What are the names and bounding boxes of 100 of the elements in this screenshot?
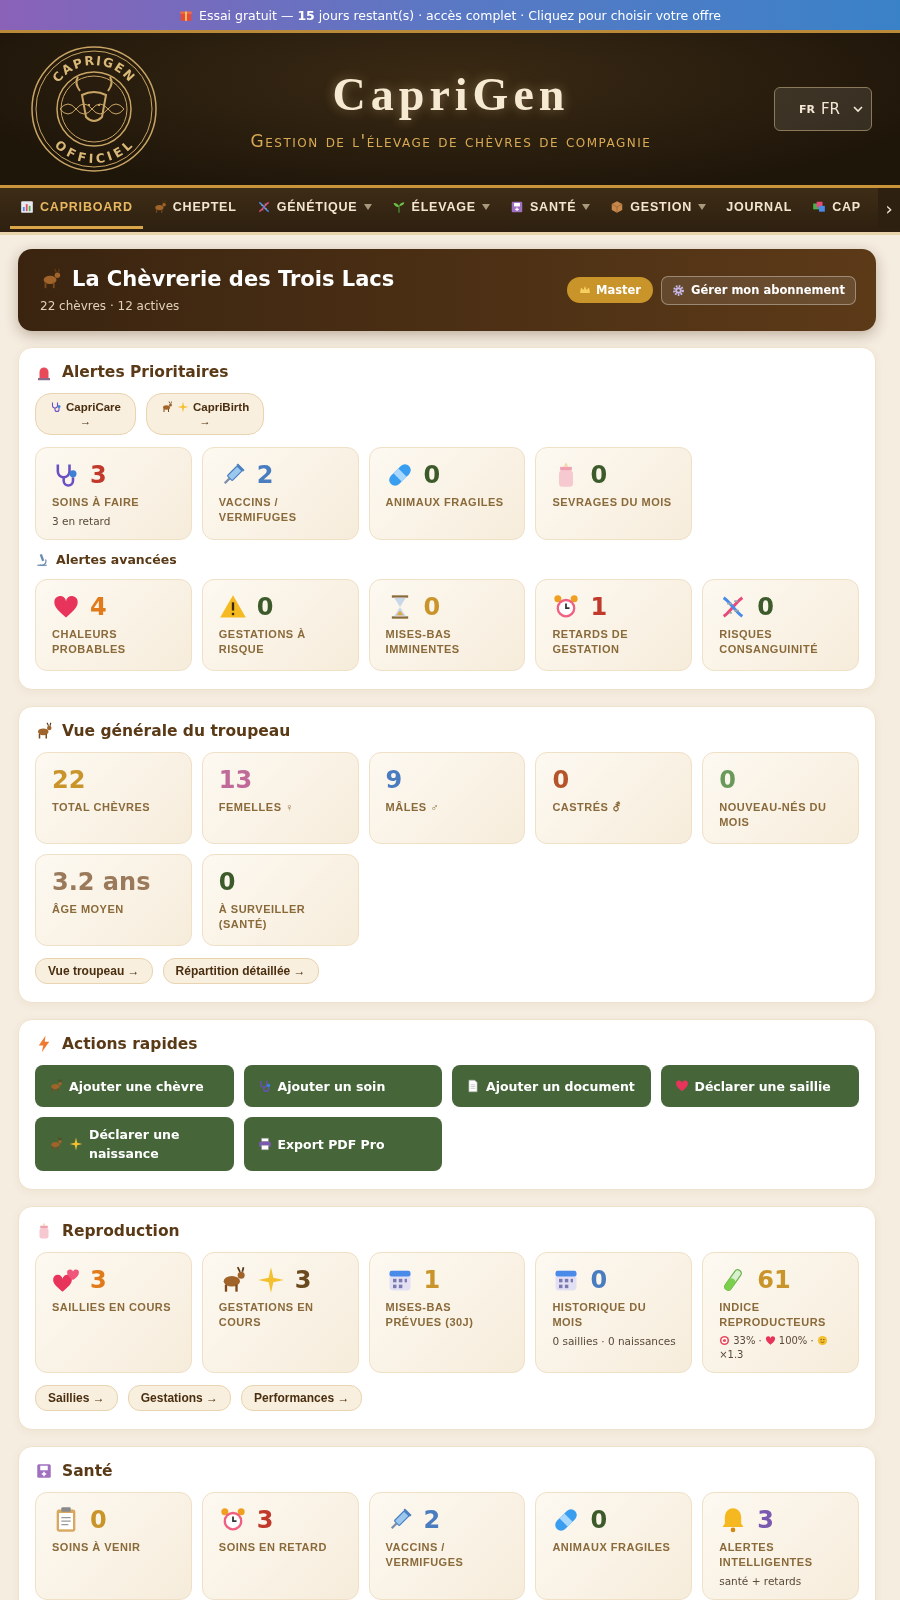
stat-value: 3 — [90, 460, 107, 490]
stat-value: 0 — [552, 765, 570, 795]
gear-icon — [672, 283, 685, 297]
link-button[interactable]: Gestations → — [127, 1385, 232, 1411]
section-title: Reproduction — [62, 1222, 180, 1240]
goat-icon — [49, 1079, 63, 1093]
squares-icon — [812, 200, 827, 214]
stat-value: 3.2 ans — [52, 867, 151, 897]
action-button[interactable]: Déclarer une saillie — [660, 1065, 859, 1107]
nav-tab[interactable]: JOURNAL — [716, 188, 803, 229]
medical-kit-icon — [509, 200, 524, 214]
action-button[interactable]: Ajouter un document — [452, 1065, 651, 1107]
stat-label: CHALEURS PROBABLES — [52, 627, 127, 657]
stethoscope-icon — [50, 401, 62, 413]
link-button[interactable]: Saillies → — [35, 1385, 118, 1411]
document-icon — [466, 1079, 480, 1093]
stat-value: 61 — [757, 1265, 791, 1295]
bar-chart-icon — [20, 200, 34, 214]
target-icon — [719, 1335, 731, 1346]
metric-value: ×1.3 — [719, 1349, 744, 1360]
stat-value: 0 — [218, 867, 236, 897]
stat-label: SOINS À VENIR — [52, 1540, 142, 1555]
stat-value: 22 — [52, 765, 86, 795]
warning-icon — [218, 593, 247, 621]
action-button[interactable]: Export PDF Pro — [243, 1117, 442, 1171]
plan-badge: Master — [566, 277, 653, 303]
section-title: Alertes Prioritaires — [62, 363, 229, 381]
stat-label: FEMELLES ♀ — [218, 800, 295, 815]
stat-label: MISES-BAS IMMINENTES — [385, 627, 461, 657]
sparkle-icon — [69, 1137, 83, 1151]
group-heading: Alertes avancées — [56, 552, 177, 567]
action-button[interactable]: Déclarer une naissance — [35, 1117, 234, 1171]
link-button[interactable]: Répartition détaillée → — [162, 958, 319, 984]
action-button[interactable]: Ajouter un soin — [243, 1065, 442, 1107]
link-button[interactable]: Performances → — [241, 1385, 363, 1411]
stat-value: 0 — [90, 1505, 107, 1535]
stat-label: SOINS EN RETARD — [218, 1540, 328, 1555]
stat-value: 4 — [90, 592, 107, 622]
farm-summary: 22 chèvres · 12 actives — [40, 299, 181, 313]
link-button[interactable]: Vue troupeau → — [35, 958, 153, 984]
app-link-button[interactable]: CapriBirth → — [145, 393, 265, 435]
stat-value: 0 — [590, 1505, 608, 1535]
stat-value: 0 — [423, 592, 441, 622]
stat-label: INDICE REPRODUCTEURS — [719, 1300, 827, 1330]
stat-value: 0 — [757, 592, 774, 622]
stat-value: 1 — [590, 592, 608, 622]
goat-icon — [160, 401, 173, 413]
stethoscope-icon — [257, 1079, 272, 1093]
stat-value: 2 — [423, 1505, 441, 1535]
stat-value: 0 — [590, 460, 608, 490]
stat-value: 3 — [757, 1505, 774, 1535]
nav-tab[interactable]: CAP — [802, 188, 871, 229]
stat-label: SEVRAGES DU MOIS — [552, 495, 673, 510]
caret-icon — [481, 203, 490, 211]
stat-value: 3 — [90, 1265, 107, 1295]
stat-value: 0 — [423, 460, 441, 490]
dna-icon — [256, 200, 271, 214]
section-title: Actions rapides — [62, 1035, 198, 1053]
farm-name: La Chèvrerie des Trois Lacs — [72, 267, 395, 291]
stat-label: HISTORIQUE DU MOIS — [552, 1300, 648, 1330]
medical-kit-icon — [35, 1462, 53, 1480]
stat-label: SAILLIES EN COURS — [52, 1300, 173, 1315]
stat-label: GESTATIONS EN COURS — [218, 1300, 315, 1330]
app-title: CapriGen — [332, 67, 570, 121]
stat-label: NOUVEAU-NÉS DU MOIS — [719, 800, 828, 830]
app-subtitle: Gestion de l'élevage de chèvres de compagnie — [250, 130, 652, 151]
stat-value: 1 — [423, 1265, 441, 1295]
chevron-down-icon — [853, 104, 863, 114]
nav-tab[interactable]: ÉLEVAGE — [381, 188, 500, 229]
stat-label: SOINS À FAIRE — [52, 495, 141, 510]
goat-icon — [49, 1137, 63, 1151]
metric-value: 100% · — [778, 1335, 814, 1346]
stat-value: 13 — [218, 765, 253, 795]
stat-note: santé + retards — [719, 1575, 803, 1587]
goat-icon — [152, 200, 167, 214]
stat-label: CASTRÉS ⚦ — [552, 800, 623, 815]
action-button[interactable]: Ajouter une chèvre — [35, 1065, 234, 1107]
nav-tab[interactable]: CHEPTEL — [142, 188, 247, 229]
stat-value: 3 — [256, 1505, 274, 1535]
nav-tab[interactable]: SANTÉ — [499, 188, 601, 229]
nav-tab[interactable]: GÉNÉTIQUE — [246, 188, 382, 229]
stat-label: MÂLES ♂ — [385, 800, 440, 815]
manage-subscription-button[interactable]: Gérer mon abonnement — [661, 275, 856, 305]
microscope-icon — [35, 552, 49, 567]
stat-label: ANIMAUX FRAGILES — [552, 1540, 672, 1555]
language-select[interactable]: FR FR — [774, 87, 872, 131]
section-title: Santé — [62, 1462, 113, 1480]
stat-value: 9 — [385, 765, 403, 795]
printer-icon — [257, 1137, 272, 1151]
nav-tab[interactable]: CAPRIBOARD — [10, 188, 143, 229]
stat-note: 3 en retard — [52, 515, 112, 527]
stat-label: VACCINS / VERMIFUGES — [385, 1540, 465, 1570]
stat-label: ÂGE MOYEN — [52, 902, 125, 917]
stat-value: 2 — [256, 460, 274, 490]
app-link-button[interactable]: CapriCare → — [35, 393, 136, 435]
nav-tab[interactable]: GESTION — [600, 188, 717, 229]
caret-icon — [582, 203, 591, 211]
stat-label: RETARDS DE GESTATION — [552, 627, 630, 657]
stat-label: RISQUES CONSANGUINITÉ — [719, 627, 819, 657]
stat-label: VACCINS / VERMIFUGES — [218, 495, 298, 525]
